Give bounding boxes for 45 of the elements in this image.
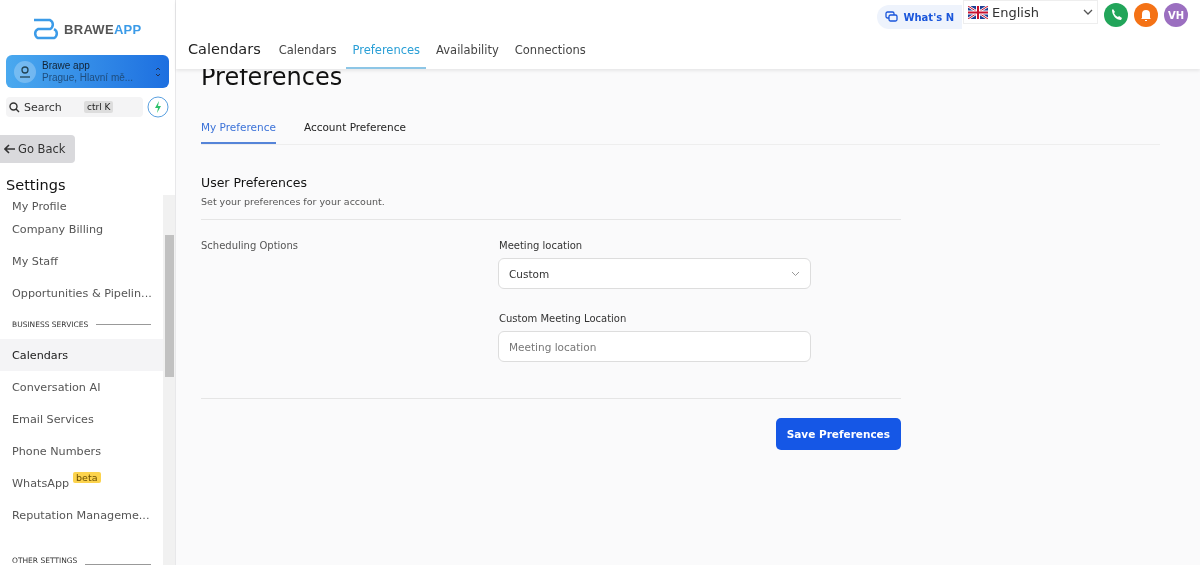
- section-subtitle: Set your preferences for your account.: [201, 196, 901, 220]
- sidebar-title: Settings: [6, 177, 67, 193]
- sidebar-item[interactable]: Reputation Manageme...: [0, 499, 163, 531]
- preference-tab[interactable]: Account Preference: [303, 121, 406, 144]
- chevron-down-icon: [791, 270, 800, 277]
- sidebar-item[interactable]: Conversation AI: [0, 371, 163, 403]
- meeting-location-select[interactable]: Custom: [498, 258, 811, 289]
- sidebar-item[interactable]: Phone Numbers: [0, 435, 163, 467]
- search-field[interactable]: Search ctrl K: [6, 97, 143, 117]
- sidebar-item[interactable]: Calendars: [0, 339, 163, 371]
- user-avatar[interactable]: VH: [1164, 3, 1188, 27]
- meeting-location-field[interactable]: Meeting location: [498, 331, 811, 362]
- chevron-icon: [155, 65, 161, 78]
- sidebar-item[interactable]: WhatsApp beta: [0, 467, 163, 499]
- section-heading: User Preferences: [201, 175, 308, 190]
- sidebar-item[interactable]: My Profile: [0, 195, 163, 213]
- chevron-down-icon: [1083, 9, 1093, 15]
- field-label: Custom Meeting Location: [499, 313, 628, 324]
- chat-icon: [885, 11, 899, 23]
- nav-tab[interactable]: Availability: [430, 43, 505, 69]
- section-title: Calendars: [188, 41, 261, 57]
- save-preferences-button[interactable]: Save Preferences: [775, 418, 901, 450]
- go-back-button[interactable]: Go Back: [0, 135, 75, 163]
- sidebar-item[interactable]: Company Billing: [0, 213, 163, 245]
- beta-badge: beta: [73, 471, 101, 483]
- bell-icon[interactable]: [1134, 3, 1158, 27]
- scrollbar[interactable]: [163, 195, 175, 565]
- sidebar-item[interactable]: Opportunities & Pipelin...: [0, 277, 163, 309]
- search-icon: [9, 101, 20, 113]
- logo-icon: [32, 18, 60, 40]
- account-switcher[interactable]: Brawe app Prague, Hlavní mě...: [6, 55, 169, 88]
- brand-name: BRAWEAPP: [64, 21, 142, 37]
- field-label: Meeting location: [499, 240, 584, 251]
- arrow-left-icon: [4, 144, 16, 154]
- phone-icon[interactable]: [1104, 3, 1128, 27]
- flag-icon: [968, 5, 988, 19]
- language-select[interactable]: English: [963, 0, 1098, 24]
- shortcut-hint: ctrl K: [84, 101, 114, 113]
- sidebar-item[interactable]: My Staff: [0, 245, 163, 277]
- nav-tab[interactable]: Connections: [508, 43, 592, 69]
- preference-tab[interactable]: My Preference: [201, 121, 276, 144]
- whats-new-button[interactable]: What's N: [877, 5, 962, 29]
- sidebar-item[interactable]: Email Services: [0, 403, 163, 435]
- group-label: Scheduling Options: [201, 240, 300, 253]
- lightning-icon[interactable]: [147, 96, 169, 118]
